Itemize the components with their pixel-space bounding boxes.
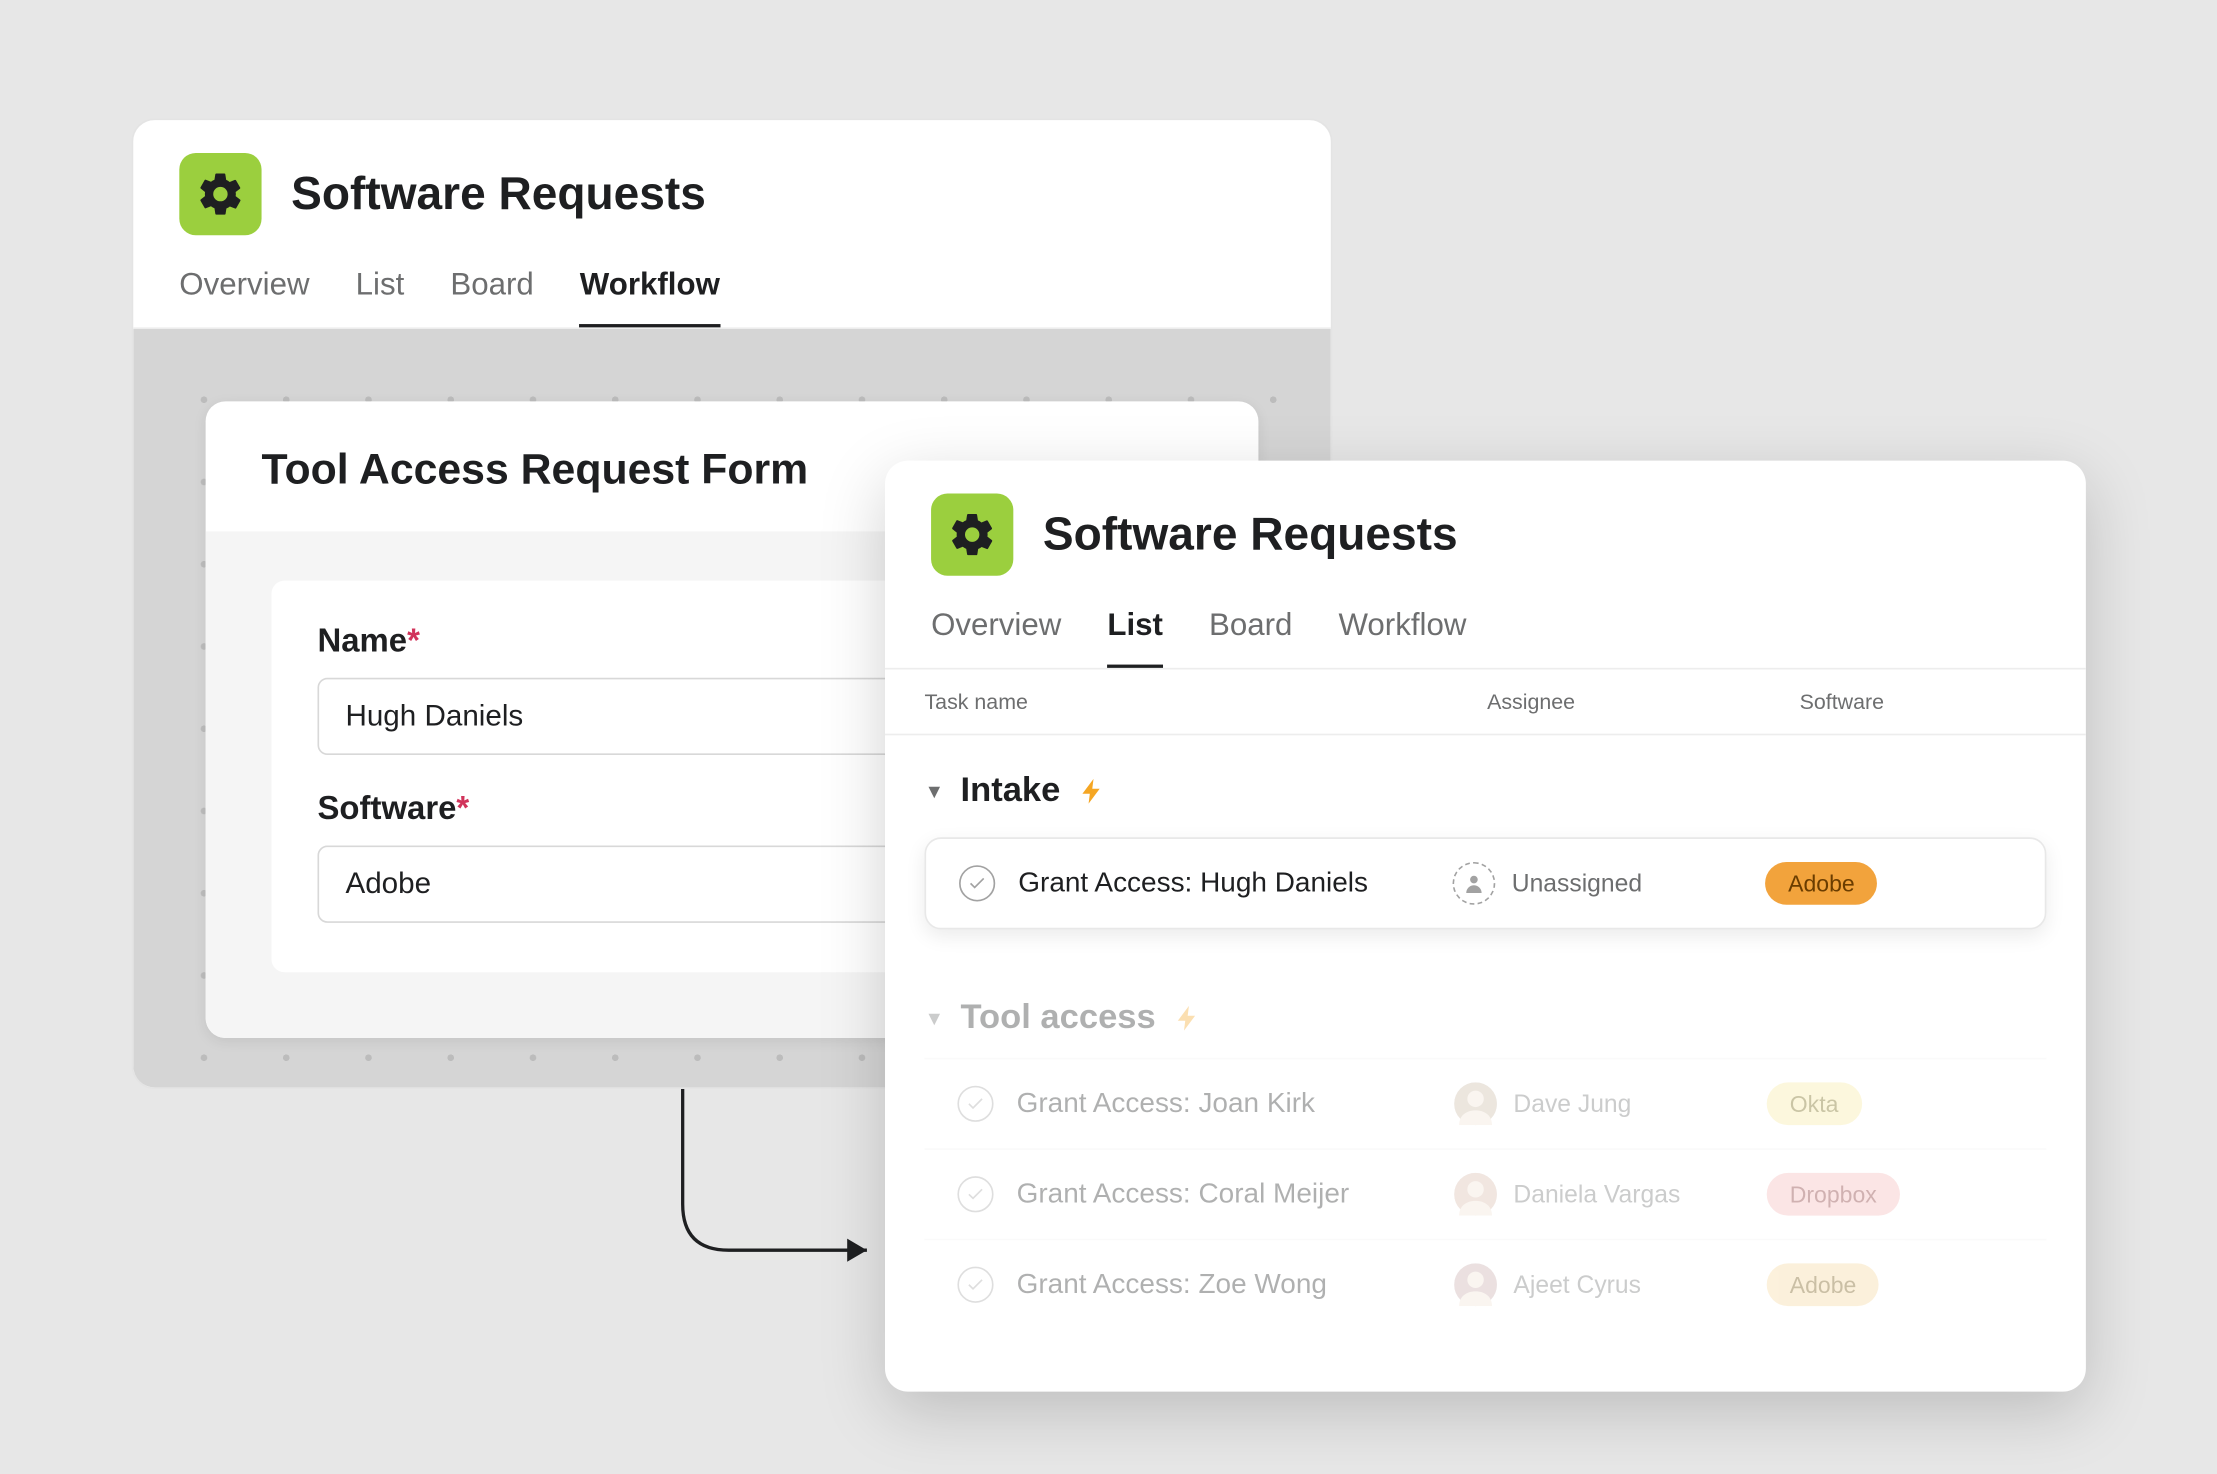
col-task-name: Task name — [924, 689, 1487, 714]
software-cell[interactable]: Dropbox — [1767, 1173, 2014, 1216]
task-row[interactable]: Grant Access: Coral Meijer Daniela Vargas… — [924, 1148, 2046, 1238]
task-name-text: Grant Access: Joan Kirk — [1017, 1087, 1315, 1120]
tab-board[interactable]: Board — [450, 268, 533, 327]
tab-list[interactable]: List — [356, 268, 405, 327]
tab-board[interactable]: Board — [1209, 609, 1292, 668]
workflow-header: Software Requests — [133, 120, 1331, 248]
tab-overview[interactable]: Overview — [931, 609, 1061, 668]
field-label: Name — [317, 623, 407, 659]
tab-workflow[interactable]: Workflow — [1338, 609, 1466, 668]
field-label: Software — [317, 791, 456, 827]
section-header[interactable]: ▼ Intake — [924, 752, 2046, 831]
chevron-down-icon: ▼ — [924, 780, 944, 803]
list-card: Software Requests Overview List Board Wo… — [885, 461, 2086, 1392]
list-tabs: Overview List Board Workflow — [885, 589, 2086, 670]
assignee-cell[interactable]: Daniela Vargas — [1454, 1173, 1767, 1216]
software-cell[interactable]: Okta — [1767, 1082, 2014, 1125]
software-pill: Okta — [1767, 1082, 1862, 1125]
software-pill: Adobe — [1765, 862, 1878, 905]
tab-overview[interactable]: Overview — [179, 268, 309, 327]
software-pill: Adobe — [1767, 1263, 1880, 1306]
task-row[interactable]: Grant Access: Joan Kirk Dave Jung Okta — [924, 1058, 2046, 1148]
section-name: Intake — [961, 772, 1061, 811]
assignee-cell[interactable]: Ajeet Cyrus — [1454, 1263, 1767, 1306]
tab-list[interactable]: List — [1107, 609, 1163, 668]
workflow-title: Software Requests — [291, 168, 706, 221]
avatar — [1454, 1082, 1497, 1125]
assignee-cell[interactable]: Unassigned — [1453, 862, 1766, 905]
tab-workflow[interactable]: Workflow — [580, 268, 720, 327]
assignee-name: Dave Jung — [1513, 1090, 1631, 1118]
assignee-name: Unassigned — [1512, 869, 1642, 897]
task-name-text: Grant Access: Coral Meijer — [1017, 1178, 1350, 1211]
section-name: Tool access — [961, 999, 1156, 1038]
required-marker: * — [407, 623, 420, 659]
complete-toggle[interactable] — [957, 1176, 993, 1212]
task-name-text: Grant Access: Zoe Wong — [1017, 1268, 1327, 1301]
complete-toggle[interactable] — [959, 865, 995, 901]
list-title: Software Requests — [1043, 508, 1458, 561]
automation-bolt-icon — [1077, 776, 1107, 806]
software-cell[interactable]: Adobe — [1767, 1263, 2014, 1306]
software-cell[interactable]: Adobe — [1765, 862, 2012, 905]
workflow-tabs: Overview List Board Workflow — [133, 248, 1331, 329]
automation-bolt-icon — [1172, 1003, 1202, 1033]
complete-toggle[interactable] — [957, 1267, 993, 1303]
col-software: Software — [1800, 689, 2047, 714]
task-row[interactable]: Grant Access: Zoe Wong Ajeet Cyrus Adobe — [924, 1239, 2046, 1329]
assignee-name: Daniela Vargas — [1513, 1180, 1680, 1208]
gear-icon — [179, 153, 261, 235]
avatar — [1454, 1263, 1497, 1306]
connector-arrow — [666, 1089, 896, 1273]
section-header[interactable]: ▼ Tool access — [924, 979, 2046, 1058]
gear-icon — [931, 494, 1013, 576]
task-name-text: Grant Access: Hugh Daniels — [1018, 867, 1368, 900]
assignee-name: Ajeet Cyrus — [1513, 1271, 1641, 1299]
column-headers: Task name Assignee Software — [885, 670, 2086, 736]
task-row[interactable]: Grant Access: Hugh Daniels Unassigned Adob… — [924, 837, 2046, 929]
chevron-down-icon: ▼ — [924, 1007, 944, 1030]
avatar — [1454, 1173, 1497, 1216]
list-header: Software Requests — [885, 461, 2086, 589]
required-marker: * — [456, 791, 469, 827]
complete-toggle[interactable] — [957, 1086, 993, 1122]
software-pill: Dropbox — [1767, 1173, 1900, 1216]
col-assignee: Assignee — [1487, 689, 1800, 714]
unassigned-avatar-icon — [1453, 862, 1496, 905]
assignee-cell[interactable]: Dave Jung — [1454, 1082, 1767, 1125]
